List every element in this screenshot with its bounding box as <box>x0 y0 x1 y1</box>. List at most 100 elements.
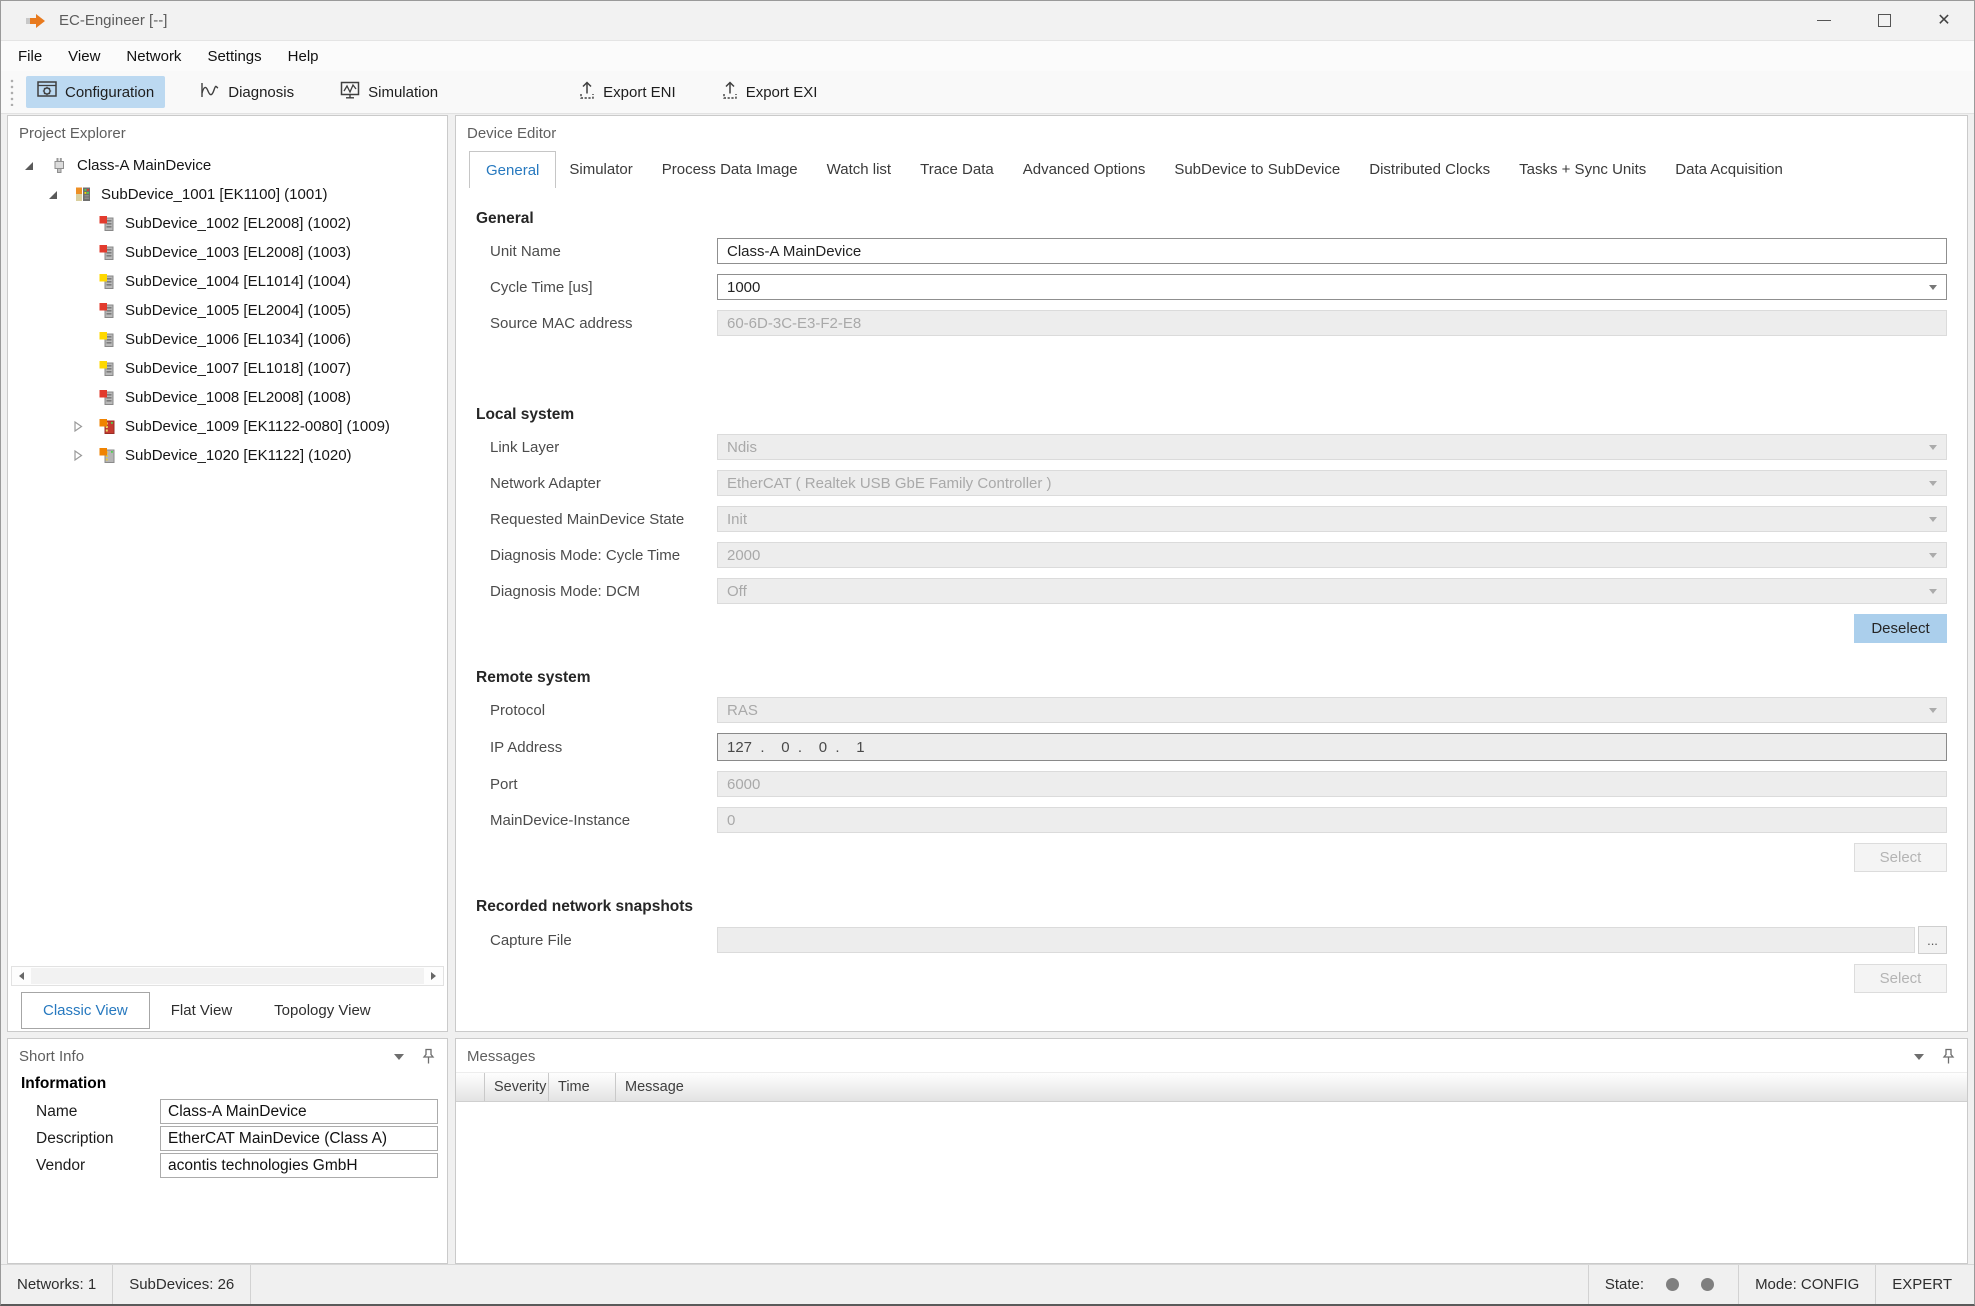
expander-collapsed-icon[interactable] <box>68 448 86 464</box>
form-row: Unit NameClass-A MainDevice <box>476 238 1947 264</box>
form-row: Network AdapterEtherCAT ( Realtek USB Gb… <box>476 470 1947 496</box>
unit-name-field[interactable]: Class-A MainDevice <box>717 238 1947 264</box>
state-label: State: <box>1605 1276 1644 1293</box>
messages-panel: Messages SeverityTimeMessage <box>455 1038 1968 1264</box>
tree-item[interactable]: SubDevice_1004 [EL1014] (1004) <box>8 267 447 296</box>
menu-settings[interactable]: Settings <box>194 44 274 69</box>
section-local-system: Local systemLink LayerNdisNetwork Adapte… <box>476 406 1947 643</box>
browse-button[interactable]: ... <box>1918 926 1947 954</box>
minimize-button[interactable] <box>1794 1 1854 40</box>
field-label: Unit Name <box>490 243 717 260</box>
module-red-icon <box>98 244 116 261</box>
export-exi-button[interactable]: Export EXI <box>711 76 829 109</box>
expander-collapsed-icon[interactable] <box>68 419 86 435</box>
form-row: Requested MainDevice StateInit <box>476 506 1947 532</box>
statusbar: Networks: 1 SubDevices: 26 State: Mode: … <box>1 1264 1974 1304</box>
tree-item[interactable]: SubDevice_1009 [EK1122-0080] (1009) <box>8 412 447 441</box>
cycle-time-us--dropdown[interactable]: 1000 <box>717 274 1947 300</box>
tab-watch-list[interactable]: Watch list <box>827 151 891 188</box>
tree-item-label: SubDevice_1008 [EL2008] (1008) <box>125 389 351 406</box>
collapse-panel-icon[interactable] <box>394 1054 404 1060</box>
tab-tasks-sync-units[interactable]: Tasks + Sync Units <box>1519 151 1646 188</box>
ip-address-field[interactable]: 127 . 0 . 0 . 1 <box>717 733 1947 761</box>
simulation-button[interactable]: Simulation <box>329 76 449 108</box>
device-editor-title: Device Editor <box>456 116 1967 144</box>
diagnosis-button[interactable]: Diagnosis <box>189 76 305 108</box>
tree-item[interactable]: SubDevice_1005 [EL2004] (1005) <box>8 296 447 325</box>
tree-item[interactable]: SubDevice_1002 [EL2008] (1002) <box>8 209 447 238</box>
view-tab-topology-view[interactable]: Topology View <box>253 992 391 1029</box>
tab-data-acquisition[interactable]: Data Acquisition <box>1675 151 1783 188</box>
column-header-severity[interactable]: Severity <box>485 1073 549 1101</box>
menu-network[interactable]: Network <box>113 44 194 69</box>
short-info-row: NameClass-A MainDevice <box>36 1099 447 1124</box>
messages-table-header: SeverityTimeMessage <box>456 1072 1967 1102</box>
app-logo-icon <box>25 12 47 30</box>
maximize-button[interactable] <box>1854 1 1914 40</box>
tab-advanced-options[interactable]: Advanced Options <box>1023 151 1146 188</box>
tab-subdevice-to-subdevice[interactable]: SubDevice to SubDevice <box>1174 151 1340 188</box>
tree-item[interactable]: SubDevice_1001 [EK1100] (1001) <box>8 180 447 209</box>
menubar: FileViewNetworkSettingsHelp <box>1 41 1974 71</box>
menu-view[interactable]: View <box>55 44 113 69</box>
tree-item[interactable]: Class-A MainDevice <box>8 151 447 180</box>
field-label: Network Adapter <box>490 475 717 492</box>
tab-process-data-image[interactable]: Process Data Image <box>662 151 798 188</box>
close-button[interactable]: ✕ <box>1914 1 1974 40</box>
capture-file-field <box>717 927 1915 953</box>
requested-maindevice-state-dropdown: Init <box>717 506 1947 532</box>
information-header: Information <box>21 1075 447 1093</box>
horizontal-scrollbar[interactable] <box>11 966 444 986</box>
export-eni-button[interactable]: Export ENI <box>568 76 687 109</box>
short-info-label: Vendor <box>36 1157 160 1175</box>
view-tab-flat-view[interactable]: Flat View <box>150 992 253 1029</box>
tab-distributed-clocks[interactable]: Distributed Clocks <box>1369 151 1490 188</box>
scroll-left-arrow[interactable] <box>12 967 31 985</box>
tree-item[interactable]: SubDevice_1006 [EL1034] (1006) <box>8 325 447 354</box>
scroll-right-arrow[interactable] <box>424 967 443 985</box>
tree-item[interactable]: SubDevice_1020 [EK1122] (1020) <box>8 441 447 470</box>
short-info-value: Class-A MainDevice <box>160 1099 438 1124</box>
expert-badge: EXPERT <box>1876 1265 1974 1304</box>
field-label: MainDevice-Instance <box>490 812 717 829</box>
configuration-button[interactable]: Configuration <box>26 76 165 108</box>
short-info-label: Description <box>36 1130 160 1148</box>
field-value: 0 <box>727 812 735 829</box>
menu-file[interactable]: File <box>5 44 55 69</box>
field-label: Cycle Time [us] <box>490 279 717 296</box>
menu-help[interactable]: Help <box>275 44 332 69</box>
deselect-button[interactable]: Deselect <box>1854 614 1947 643</box>
column-header-time[interactable]: Time <box>549 1073 616 1101</box>
tab-trace-data[interactable]: Trace Data <box>920 151 994 188</box>
short-info-title: Short Info <box>19 1048 84 1065</box>
field-label: Protocol <box>490 702 717 719</box>
expander-placeholder <box>68 361 86 377</box>
device-editor-panel: Device Editor General Simulator Process Da… <box>455 115 1968 1032</box>
expander-expanded-icon[interactable] <box>20 158 38 174</box>
dropdown-caret-icon <box>1929 445 1937 450</box>
form-row: Cycle Time [us]1000 <box>476 274 1947 300</box>
diagnosis-mode-dcm-dropdown: Off <box>717 578 1947 604</box>
view-tab-classic-view[interactable]: Classic View <box>21 992 150 1029</box>
tree-item[interactable]: SubDevice_1007 [EL1018] (1007) <box>8 354 447 383</box>
tab-general[interactable]: General <box>469 151 556 188</box>
tab-simulator[interactable]: Simulator <box>569 151 632 188</box>
expander-placeholder <box>68 216 86 232</box>
field-label: Source MAC address <box>490 315 717 332</box>
tree-item-label: SubDevice_1003 [EL2008] (1003) <box>125 244 351 261</box>
export-icon <box>722 81 738 104</box>
form-row: IP Address127 . 0 . 0 . 1 <box>476 733 1947 761</box>
pin-icon[interactable] <box>422 1048 435 1065</box>
tree-item[interactable]: SubDevice_1008 [EL2008] (1008) <box>8 383 447 412</box>
section-header: Local system <box>476 406 1947 424</box>
pin-icon[interactable] <box>1942 1048 1955 1065</box>
field-label: Requested MainDevice State <box>490 511 717 528</box>
scrollbar-thumb[interactable] <box>31 968 424 984</box>
module-red-icon <box>98 302 116 319</box>
toolbar-grip[interactable] <box>10 78 14 106</box>
column-header-message[interactable]: Message <box>616 1073 748 1101</box>
tree-item[interactable]: SubDevice_1003 [EL2008] (1003) <box>8 238 447 267</box>
expander-expanded-icon[interactable] <box>44 187 62 203</box>
state-dot <box>1666 1278 1679 1291</box>
collapse-panel-icon[interactable] <box>1914 1054 1924 1060</box>
